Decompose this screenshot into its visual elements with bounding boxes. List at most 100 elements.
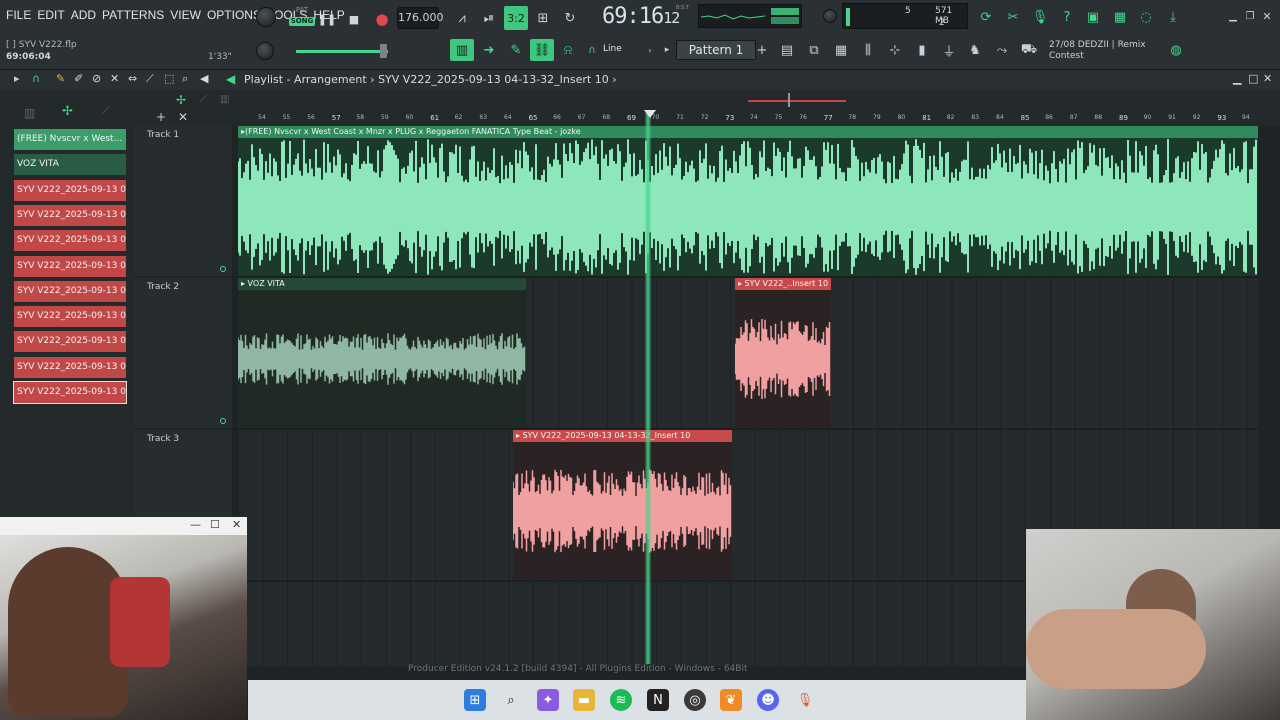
link-icon[interactable]: ⛓ <box>530 39 554 61</box>
timeline-ruler[interactable]: 54 55 56 57 58 59 60 61 62 63 64 65 66 67 68 69 70 71 72 73… <box>238 112 1258 126</box>
audio-clip-voz-vita[interactable]: ▸ VOZ VITA <box>238 278 526 428</box>
grid-icon[interactable]: ▥ <box>220 94 229 105</box>
cam-maximize-icon[interactable]: ☐ <box>210 518 220 531</box>
loop-region[interactable] <box>748 100 846 102</box>
tool-icon[interactable]: ⤳ <box>993 41 1011 59</box>
restore-icon[interactable]: ❐ <box>1243 8 1257 24</box>
add-pattern-icon[interactable]: + <box>756 42 768 58</box>
picker-item[interactable]: SYV V222_2025-09-13 04... <box>14 331 126 353</box>
fl-studio-icon[interactable]: ❦ <box>720 689 742 711</box>
picker-pattern-icon[interactable]: ✢ <box>62 104 73 119</box>
cut-icon[interactable]: ✂ <box>1003 7 1023 27</box>
discord-icon[interactable]: ☻ <box>757 689 779 711</box>
audio-clip-beat[interactable]: ▸(FREE) Nvscvr x West Coast x Mnzr x PLU… <box>238 126 1258 276</box>
plug-icon[interactable]: ⏚ <box>940 41 958 60</box>
mixer-view-icon[interactable]: ⫼ <box>859 41 877 59</box>
slice-tool-icon[interactable]: ⟋ <box>146 72 154 86</box>
picker-item[interactable]: SYV V222_2025-09-13 04... <box>14 204 126 226</box>
picker-item[interactable]: SYV V222_2025-09-13 04... <box>14 230 126 252</box>
picker-item[interactable]: SYV V222_2025-09-13 04... <box>14 356 126 378</box>
mixer-icon[interactable]: ▦ <box>1110 7 1130 27</box>
snap-v-icon[interactable]: ⟋ <box>200 94 207 105</box>
piano-roll-icon[interactable]: ▥ <box>450 39 474 61</box>
menu-add[interactable]: ADD <box>71 8 96 22</box>
draw-tool-icon[interactable]: ✎ <box>507 41 525 59</box>
audio-clip-insert-full[interactable]: ▸ SYV V222_2025-09-13 04-13-32_Insert 10 <box>513 430 732 580</box>
tempo-display[interactable]: 176.000 <box>397 7 444 29</box>
pl-minimize-icon[interactable]: ▁ <box>1233 72 1241 85</box>
stamp-icon[interactable]: ⍾ <box>559 41 577 59</box>
countdown-icon[interactable]: 3:2 <box>504 6 528 30</box>
master-volume-knob[interactable] <box>256 7 276 27</box>
search-icon[interactable]: ⌕ <box>500 689 522 711</box>
recorder-icon[interactable]: 🎙 <box>794 689 816 711</box>
file-explorer-icon[interactable]: ▬ <box>573 689 595 711</box>
save-icon[interactable]: ▣ <box>1083 7 1103 27</box>
track-header-2[interactable]: Track 2 <box>134 278 232 428</box>
track-1-enable-icon[interactable] <box>220 266 226 272</box>
minimize-icon[interactable]: ▁ <box>1226 8 1240 24</box>
picker-item[interactable]: SYV V222_2025-09-13 04... <box>14 179 126 201</box>
pattern-prev-icon[interactable]: ▸ <box>662 44 672 56</box>
spotify-icon[interactable]: ≋ <box>610 689 632 711</box>
zoom-h-icon[interactable]: ✢ <box>176 93 186 107</box>
snap-chevron-icon[interactable]: › <box>646 44 654 56</box>
cart-icon[interactable]: ⛟ <box>1020 41 1038 59</box>
track-header-1[interactable]: Track 1 <box>134 126 232 276</box>
playhead[interactable] <box>645 112 651 664</box>
scroll-thumb[interactable] <box>788 93 790 107</box>
remove-track-icon[interactable]: ✕ <box>178 110 188 124</box>
pause-icon[interactable]: ❚❚ <box>318 10 336 28</box>
picker-audio-icon[interactable]: ▥ <box>24 106 35 120</box>
stop-icon[interactable]: ■ <box>345 10 363 28</box>
slip-tool-icon[interactable]: ⇔ <box>128 72 137 85</box>
magnet-icon[interactable]: ∩ <box>585 43 599 57</box>
menu-file[interactable]: FILE <box>6 8 31 22</box>
playlist-menu-arrow-icon[interactable]: ▸ <box>14 72 20 85</box>
song-position-display[interactable]: 69:1612 <box>602 4 680 29</box>
pencil-tool-icon[interactable]: ✎ <box>56 72 65 85</box>
loop-record-icon[interactable]: ↻ <box>560 8 580 28</box>
master-pitch-knob[interactable] <box>256 42 274 60</box>
globe-icon[interactable]: ◍ <box>1167 41 1185 59</box>
record-icon[interactable]: ● <box>373 10 391 28</box>
news-ticker[interactable]: 27/08 DEDZII | Remix Contest <box>1049 40 1146 62</box>
menu-edit[interactable]: EDIT <box>37 8 64 22</box>
picker-item[interactable]: (FREE) Nvscvr x West... <box>14 129 126 150</box>
picker-item[interactable]: SYV V222_2025-09-13 04... <box>13 381 127 404</box>
add-track-icon[interactable]: + <box>156 110 166 124</box>
notion-icon[interactable]: N <box>647 689 669 711</box>
metronome-icon[interactable]: ⩘ <box>452 8 472 28</box>
person-icon[interactable]: ♞ <box>966 41 984 59</box>
track-2-enable-icon[interactable] <box>220 418 226 424</box>
select-tool-icon[interactable]: ⬚ <box>164 72 174 85</box>
playlist-play-icon[interactable]: ◀ <box>226 72 235 86</box>
playhead-marker-icon[interactable] <box>644 110 656 118</box>
picker-item[interactable]: SYV V222_2025-09-13 04... <box>14 255 126 277</box>
download-icon[interactable]: ⤓ <box>1163 7 1183 27</box>
windows-start-icon[interactable]: ⊞ <box>464 689 486 711</box>
close-icon[interactable]: ✕ <box>1260 8 1274 24</box>
menu-options[interactable]: OPTIONS <box>207 8 261 22</box>
picker-automation-icon[interactable]: ⟋ <box>102 104 110 118</box>
menu-view[interactable]: VIEW <box>170 8 201 22</box>
playlist-icon[interactable]: ▤ <box>778 41 796 59</box>
wait-input-icon[interactable]: ⏯ <box>479 8 499 28</box>
copilot-icon[interactable]: ✦ <box>537 689 559 711</box>
help-icon[interactable]: ? <box>1057 7 1077 27</box>
microphone-icon[interactable]: 🎙 <box>1030 7 1050 27</box>
menu-patterns[interactable]: PATTERNS <box>102 8 164 22</box>
piano-icon[interactable]: ▦ <box>832 41 850 59</box>
chat-icon[interactable]: ◌ <box>1136 7 1156 27</box>
chrome-icon[interactable]: ◎ <box>684 689 706 711</box>
cam-close-icon[interactable]: ✕ <box>232 518 241 531</box>
snap-select[interactable]: Line <box>603 44 622 54</box>
picker-item[interactable]: SYV V222_2025-09-13 04... <box>14 280 126 302</box>
slider-thumb[interactable] <box>380 44 387 58</box>
pat-song-toggle[interactable]: PAT SONG <box>289 6 315 30</box>
master-volume-slider[interactable] <box>296 50 388 53</box>
snap-magnet-icon[interactable]: ∩ <box>32 72 40 85</box>
audio-clip-insert-short[interactable]: ▸ SYV V222_..Insert 10 <box>735 278 831 428</box>
cam-minimize-icon[interactable]: — <box>190 518 201 531</box>
zoom-tool-icon[interactable]: ⌕ <box>182 72 188 86</box>
